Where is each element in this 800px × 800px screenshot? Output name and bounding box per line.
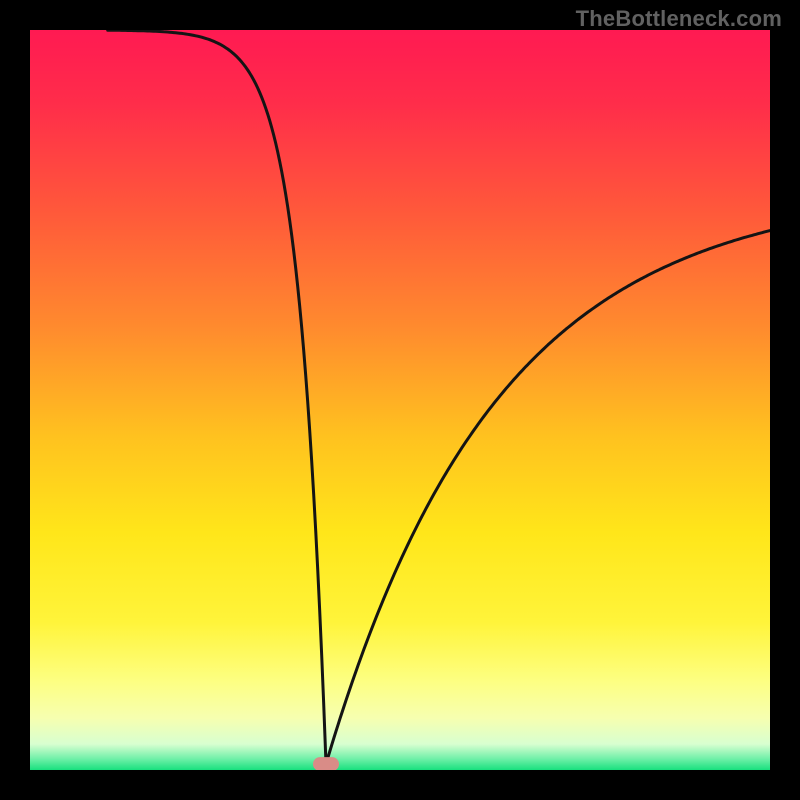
watermark-text: TheBottleneck.com — [576, 6, 782, 32]
plot-area — [30, 30, 770, 770]
outer-frame: TheBottleneck.com — [0, 0, 800, 800]
gradient-background — [30, 30, 770, 770]
optimal-marker — [313, 757, 339, 770]
plot-svg — [30, 30, 770, 770]
